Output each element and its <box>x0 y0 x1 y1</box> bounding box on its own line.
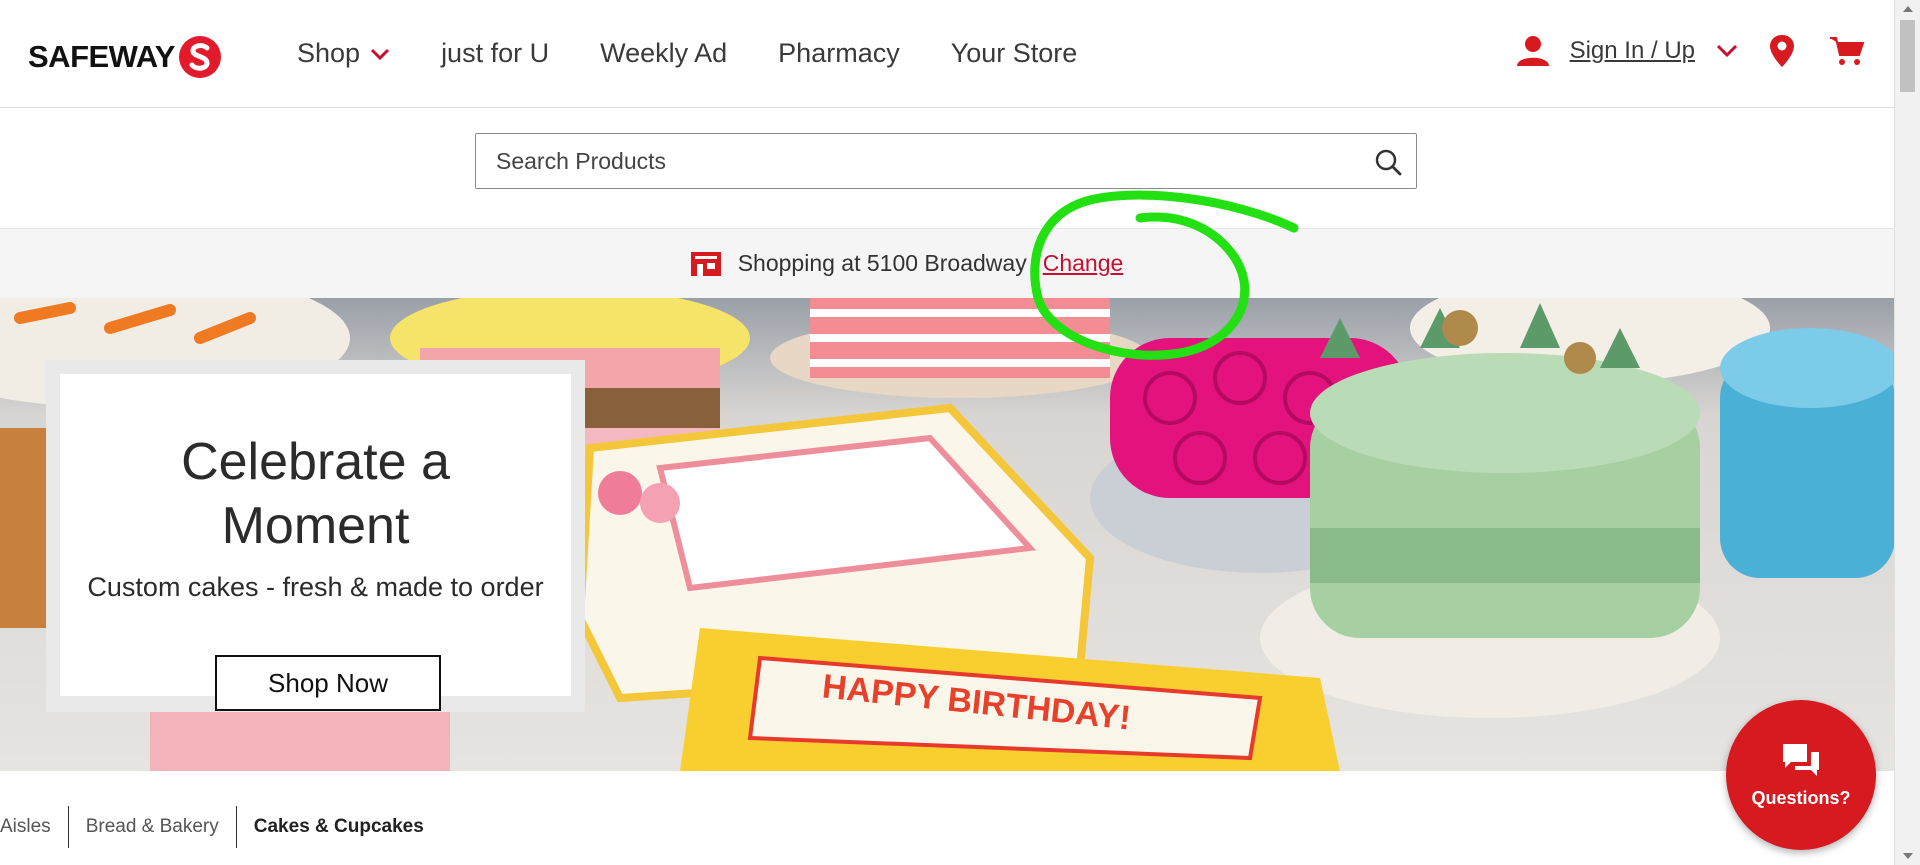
questions-chat-button[interactable]: Questions? <box>1726 700 1876 850</box>
shop-now-button[interactable]: Shop Now <box>215 655 441 711</box>
search-row <box>0 108 1895 229</box>
hero-banner[interactable]: HAPPY BIRTHDAY! Celebrate a Moment Custo… <box>0 298 1895 771</box>
nav-your-store-label: Your Store <box>950 38 1078 68</box>
logo-text: SAFEWAY <box>28 39 175 74</box>
promo-title-line2: Moment <box>221 497 410 555</box>
search-input[interactable] <box>494 146 1348 176</box>
search-icon[interactable] <box>1374 148 1402 176</box>
cart-icon[interactable] <box>1829 35 1865 67</box>
promo-subtitle: Custom cakes - fresh & made to order <box>87 572 544 602</box>
search-box <box>475 133 1417 189</box>
scroll-down-arrow-icon[interactable] <box>1895 847 1920 865</box>
change-store-link[interactable]: Change <box>1043 250 1124 277</box>
chat-icon <box>1783 743 1819 776</box>
user-icon[interactable] <box>1516 35 1550 67</box>
site-header: SAFEWAY Shop just for U Weekly Ad Pharma… <box>0 0 1895 108</box>
vertical-scrollbar[interactable] <box>1894 0 1920 865</box>
nav-weekly-ad-label: Weekly Ad <box>600 38 728 68</box>
sign-in-link[interactable]: Sign In / Up <box>1570 37 1695 65</box>
nav-weekly-ad[interactable]: Weekly Ad <box>600 38 727 69</box>
main-nav: Shop just for U Weekly Ad Pharmacy Your … <box>297 38 1077 69</box>
nav-pharmacy[interactable]: Pharmacy <box>778 38 900 69</box>
nav-just-for-u[interactable]: just for U <box>441 38 549 69</box>
promo-card-inner: Celebrate a Moment Custom cakes - fresh … <box>60 374 571 711</box>
promo-card: Celebrate a Moment Custom cakes - fresh … <box>46 360 585 712</box>
store-info: Shopping at 5100 Broadway Change <box>690 250 1124 277</box>
safeway-logo[interactable]: SAFEWAY <box>28 36 221 78</box>
questions-label: Questions? <box>1751 787 1851 808</box>
store-bar: Shopping at 5100 Broadway Change <box>0 229 1895 298</box>
breadcrumb-cakes-cupcakes: Cakes & Cupcakes <box>235 806 441 848</box>
breadcrumb-bread-bakery[interactable]: Bread & Bakery <box>67 806 236 848</box>
store-location-text: Shopping at 5100 Broadway <box>737 250 1027 276</box>
breadcrumb: Aisles Bread & Bakery Cakes & Cupcakes <box>0 806 441 848</box>
promo-title: Celebrate a Moment <box>60 430 571 558</box>
page: SAFEWAY Shop just for U Weekly Ad Pharma… <box>0 0 1895 865</box>
nav-shop-label: Shop <box>297 38 361 68</box>
store-icon <box>690 251 721 276</box>
chevron-down-icon <box>371 48 390 60</box>
scrollbar-thumb[interactable] <box>1900 20 1915 92</box>
nav-shop[interactable]: Shop <box>297 38 390 69</box>
chevron-down-icon[interactable] <box>1715 43 1739 59</box>
nav-your-store[interactable]: Your Store <box>951 38 1078 69</box>
breadcrumb-aisles[interactable]: Aisles <box>0 806 68 848</box>
nav-pharmacy-label: Pharmacy <box>778 38 900 68</box>
safeway-s-icon <box>178 36 221 78</box>
location-pin-icon[interactable] <box>1769 34 1795 68</box>
header-account-area: Sign In / Up <box>1516 34 1865 68</box>
scroll-up-arrow-icon[interactable] <box>1895 0 1920 18</box>
nav-just-for-u-label: just for U <box>441 38 550 68</box>
promo-title-line1: Celebrate a <box>181 433 450 491</box>
